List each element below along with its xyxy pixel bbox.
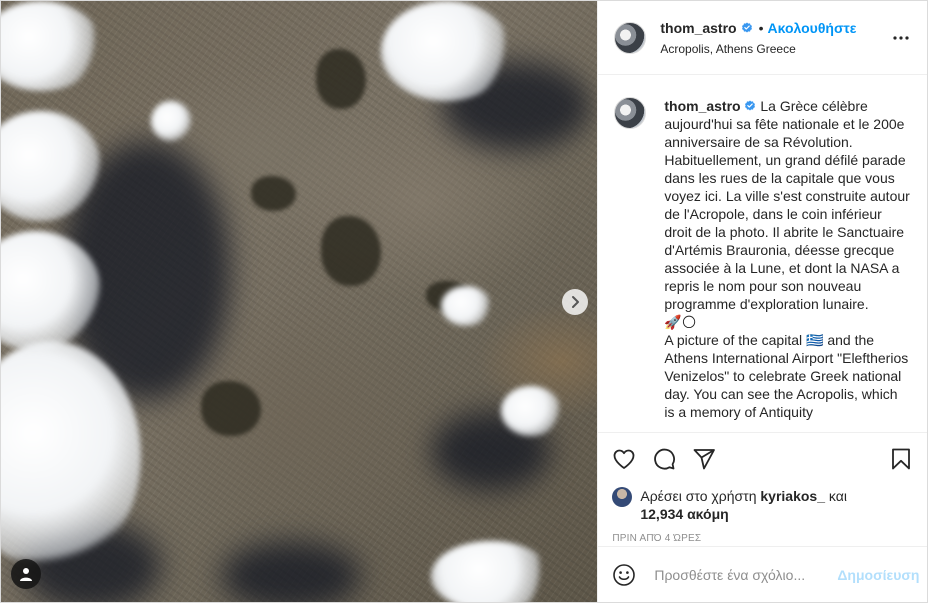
- verified-badge-icon: [741, 22, 752, 32]
- post-photo[interactable]: [1, 1, 598, 602]
- heart-icon: [613, 449, 635, 469]
- header-meta: thom_astro • Ακολουθήστε Acropolis, Athe…: [660, 20, 889, 56]
- verified-badge-icon: [745, 100, 756, 111]
- hill: [251, 176, 296, 211]
- cloud: [381, 1, 511, 101]
- comment-bar: Δημοσίευση: [598, 546, 927, 602]
- post-side-panel: thom_astro • Ακολουθήστε Acropolis, Athe…: [597, 1, 927, 602]
- username-link[interactable]: thom_astro: [660, 20, 736, 36]
- caption-avatar[interactable]: [614, 97, 647, 129]
- save-button[interactable]: [889, 447, 913, 471]
- hill: [316, 49, 366, 109]
- bookmark-icon: [892, 448, 910, 470]
- instagram-post: thom_astro • Ακολουθήστε Acropolis, Athe…: [0, 0, 928, 603]
- action-icons: [612, 443, 913, 475]
- location-link[interactable]: Acropolis, Athens Greece: [660, 42, 889, 56]
- cloud: [441, 286, 491, 326]
- comment-button[interactable]: [652, 447, 676, 471]
- likes-summary: Αρέσει στο χρήστη kyriakos_ και 12,934 α…: [612, 487, 913, 523]
- cloud: [431, 541, 551, 602]
- hill: [321, 216, 381, 286]
- more-options-button[interactable]: [889, 26, 913, 50]
- caption-username[interactable]: thom_astro: [664, 98, 740, 114]
- like-button[interactable]: [612, 447, 636, 471]
- likes-text: Αρέσει στο χρήστη kyriakos_ και 12,934 α…: [640, 487, 847, 523]
- cloud: [501, 386, 561, 436]
- comment-icon: [654, 448, 676, 470]
- likes-count-link[interactable]: 12,934 ακόμη: [640, 506, 728, 522]
- liker-username[interactable]: kyriakos_: [760, 488, 825, 504]
- likes-conjunction: και: [828, 488, 847, 504]
- user-tag-icon: [20, 568, 32, 581]
- follow-button[interactable]: Ακολουθήστε: [768, 20, 857, 36]
- caption-body: La Grèce célèbre aujourd'hui sa fête nat…: [664, 98, 910, 420]
- caption-text: thom_astro La Grèce célèbre aujourd'hui …: [664, 97, 911, 432]
- share-button[interactable]: [692, 447, 716, 471]
- post-timestamp[interactable]: ΠΡΙΝ ΑΠΌ 4 ΏΡΕΣ: [612, 533, 913, 544]
- cloud-shadow: [221, 541, 361, 602]
- chevron-right-icon: [572, 296, 579, 308]
- cloud: [151, 101, 191, 141]
- more-icon: [893, 35, 909, 40]
- hill: [201, 381, 261, 436]
- user-tag-button[interactable]: [11, 559, 41, 589]
- emoji-button[interactable]: [612, 563, 636, 587]
- post-comment-button[interactable]: Δημοσίευση: [837, 567, 919, 583]
- post-header: thom_astro • Ακολουθήστε Acropolis, Athe…: [598, 1, 927, 75]
- comment-input[interactable]: [652, 565, 838, 584]
- separator-dot: •: [758, 19, 764, 36]
- emoji-icon: [613, 563, 636, 586]
- liker-avatar[interactable]: [612, 487, 633, 507]
- share-icon: [693, 449, 716, 470]
- next-photo-button[interactable]: [562, 289, 588, 315]
- caption-section: thom_astro La Grèce célèbre aujourd'hui …: [598, 75, 927, 432]
- avatar[interactable]: [614, 21, 647, 54]
- likes-prefix: Αρέσει στο χρήστη: [640, 488, 757, 504]
